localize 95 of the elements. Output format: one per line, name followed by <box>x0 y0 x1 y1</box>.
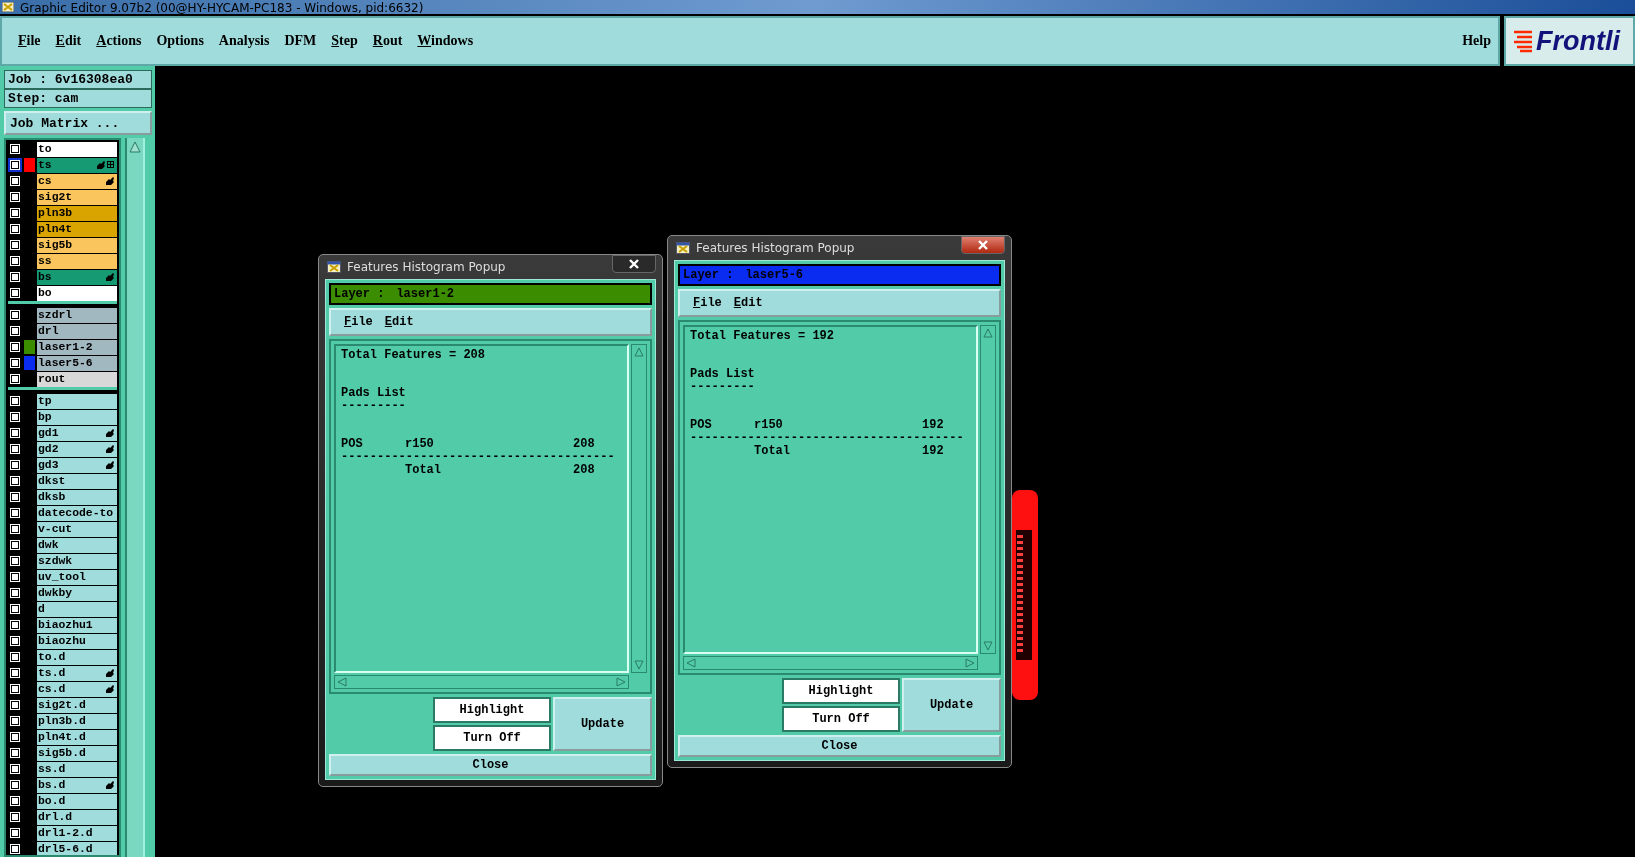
layer-name[interactable]: pln4t.d <box>37 729 117 745</box>
layer-name[interactable]: drl.d <box>37 809 117 825</box>
layer-name[interactable]: dwkby <box>37 585 117 601</box>
turn-off-button[interactable]: Turn Off <box>433 725 551 751</box>
layer-name[interactable]: ts <box>37 157 117 173</box>
menu-item[interactable]: Step <box>324 31 365 51</box>
menu-item[interactable]: Rout <box>365 31 410 51</box>
job-matrix-button[interactable]: Job Matrix ... <box>4 111 152 135</box>
pad-count: 208 <box>573 438 595 451</box>
layer-name[interactable]: pln3b.d <box>37 713 117 729</box>
job-label: Job : 6v16308ea0 <box>4 70 152 89</box>
layer-name[interactable]: uv_tool <box>37 569 117 585</box>
window-title: Graphic Editor 9.07b2 (00@HY-HYCAM-PC183 - Windows, pid:6632) <box>20 2 424 14</box>
heading-underline: --------- <box>690 381 756 394</box>
layer-name[interactable]: szdwk <box>37 553 117 569</box>
step-label: Step: cam <box>4 89 152 108</box>
menu-item[interactable]: Edit <box>728 296 768 310</box>
total-count: 208 <box>573 464 595 477</box>
total-count: 192 <box>922 445 944 458</box>
separator-rule: -------------------------------------- <box>341 451 616 464</box>
menu-item[interactable]: Actions <box>89 31 149 51</box>
total-features-text: Total Features = 192 <box>690 330 836 343</box>
layer-name[interactable]: ss <box>37 253 117 269</box>
layer-name[interactable]: drl <box>37 323 117 339</box>
pad-type: POS <box>690 419 713 432</box>
total-label: Total <box>405 464 442 477</box>
highlight-button[interactable]: Highlight <box>433 697 551 723</box>
layer-name[interactable]: tp <box>37 393 117 409</box>
layer-name[interactable]: laser5-6 <box>37 355 117 371</box>
symbol-name: r150 <box>754 419 784 432</box>
menu-item[interactable]: Edit <box>379 315 419 329</box>
total-features-text: Total Features = 208 <box>341 349 487 362</box>
layer-name[interactable]: cs.d <box>37 681 117 697</box>
update-button[interactable]: Update <box>553 697 652 751</box>
pad-count: 192 <box>922 419 944 432</box>
menu-item[interactable]: File <box>11 31 48 51</box>
layer-name[interactable]: dksb <box>37 489 117 505</box>
menu-item[interactable]: File <box>339 315 378 329</box>
popup-title: Features Histogram Popup <box>696 241 856 255</box>
close-button[interactable]: Close <box>329 754 652 776</box>
layer-name[interactable]: d <box>37 601 117 617</box>
menu-item[interactable]: File <box>688 296 727 310</box>
layer-name[interactable]: drl1-2.d <box>37 825 117 841</box>
layer-name[interactable]: bo <box>37 285 117 301</box>
layer-name[interactable]: gd1 <box>37 425 117 441</box>
popup-title: Features Histogram Popup <box>347 260 507 274</box>
layer-name[interactable]: pln4t <box>37 221 117 237</box>
layer-name[interactable]: sig2t.d <box>37 697 117 713</box>
layer-name[interactable]: dwk <box>37 537 117 553</box>
heading-underline: --------- <box>341 400 407 413</box>
pads-list-heading: Pads List <box>690 368 756 381</box>
layer-name[interactable]: sig5b <box>37 237 117 253</box>
menu-item[interactable]: Analysis <box>211 31 277 51</box>
layer-value: laser1-2 <box>396 287 455 301</box>
layer-name[interactable]: laser1-2 <box>37 339 117 355</box>
menu-item[interactable]: Options <box>149 31 211 51</box>
help-menu[interactable]: Help <box>1455 31 1498 51</box>
layer-name[interactable]: ts.d <box>37 665 117 681</box>
update-button[interactable]: Update <box>902 678 1001 732</box>
layer-name[interactable]: datecode-to <box>37 505 117 521</box>
layer-value: laser5-6 <box>745 268 804 282</box>
layer-name[interactable]: bo.d <box>37 793 117 809</box>
layer-name[interactable]: sig5b.d <box>37 745 117 761</box>
layer-name[interactable]: to.d <box>37 649 117 665</box>
layer-name[interactable]: rout <box>37 371 117 387</box>
layer-name[interactable]: bs.d <box>37 777 117 793</box>
layer-name[interactable]: ss.d <box>37 761 117 777</box>
turn-off-button[interactable]: Turn Off <box>782 706 900 732</box>
layer-name[interactable]: bs <box>37 269 117 285</box>
layer-name[interactable]: gd3 <box>37 457 117 473</box>
menu-item[interactable]: Edit <box>48 31 89 51</box>
symbol-name: r150 <box>405 438 435 451</box>
layer-name[interactable]: bp <box>37 409 117 425</box>
total-label: Total <box>754 445 791 458</box>
menu-item[interactable]: DFM <box>277 31 324 51</box>
layer-name[interactable]: biaozhu1 <box>37 617 117 633</box>
layer-name[interactable]: biaozhu <box>37 633 117 649</box>
layer-name[interactable]: dkst <box>37 473 117 489</box>
highlight-button[interactable]: Highlight <box>782 678 900 704</box>
pads-list-heading: Pads List <box>341 387 407 400</box>
pad-type: POS <box>341 438 364 451</box>
layer-name[interactable]: szdrl <box>37 307 117 323</box>
layer-label: Layer : <box>683 268 734 282</box>
layer-name[interactable]: sig2t <box>37 189 117 205</box>
menu-item[interactable]: Windows <box>410 31 481 51</box>
layer-name[interactable]: pln3b <box>37 205 117 221</box>
layer-name[interactable]: to <box>37 141 117 157</box>
close-button[interactable]: Close <box>678 735 1001 757</box>
layer-name[interactable]: drl5-6.d <box>37 841 117 855</box>
logo-text: Frontli <box>1536 25 1620 57</box>
layer-name[interactable]: cs <box>37 173 117 189</box>
layer-name[interactable]: v-cut <box>37 521 117 537</box>
layer-label: Layer : <box>334 287 385 301</box>
layer-name[interactable]: gd2 <box>37 441 117 457</box>
separator-rule: -------------------------------------- <box>690 432 965 445</box>
